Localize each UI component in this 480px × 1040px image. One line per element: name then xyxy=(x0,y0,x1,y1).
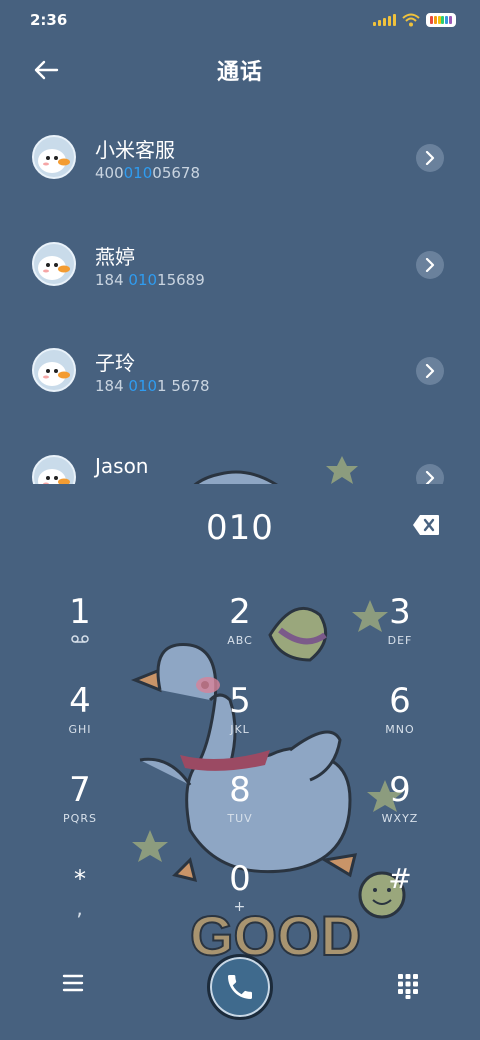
key-digit: 2 xyxy=(229,592,251,632)
key-digit: 5 xyxy=(229,681,251,721)
contact-row[interactable]: 燕婷 184 01015689 xyxy=(0,211,480,318)
avatar xyxy=(32,455,76,484)
status-icons xyxy=(373,13,456,27)
key-7[interactable]: 7 PQRS xyxy=(20,768,140,854)
key-letters: ABC xyxy=(227,634,253,647)
contact-name: 燕婷 xyxy=(95,245,135,269)
contact-name: 子玲 xyxy=(95,351,135,375)
key-4[interactable]: 4 GHI xyxy=(20,679,140,765)
back-arrow-icon xyxy=(34,60,59,80)
contact-name: 小米客服 xyxy=(95,138,175,162)
key-digit: 4 xyxy=(69,681,91,721)
voicemail-icon xyxy=(71,635,89,643)
chevron-right-icon xyxy=(425,364,435,378)
key-hash[interactable]: # xyxy=(340,857,460,943)
menu-button[interactable] xyxy=(60,972,88,996)
avatar xyxy=(32,242,76,286)
chevron-right-icon xyxy=(425,471,435,484)
key-star[interactable]: * , xyxy=(20,857,140,943)
contact-detail-button[interactable] xyxy=(416,144,444,172)
key-digit: * xyxy=(74,865,86,893)
key-0[interactable]: 0 + xyxy=(180,857,300,943)
key-9[interactable]: 9 WXYZ xyxy=(340,768,460,854)
key-letters: + xyxy=(233,899,247,915)
key-digit: # xyxy=(388,862,412,895)
contact-detail-button[interactable] xyxy=(416,357,444,385)
key-digit: 0 xyxy=(229,859,251,899)
menu-icon xyxy=(62,974,84,992)
key-8[interactable]: 8 TUV xyxy=(180,768,300,854)
bottom-bar xyxy=(0,950,480,1030)
avatar xyxy=(32,135,76,179)
contact-detail-button[interactable] xyxy=(416,251,444,279)
dialpad-toggle-button[interactable] xyxy=(396,972,420,1000)
key-letters: TUV xyxy=(227,812,253,825)
key-digit: 3 xyxy=(389,592,411,632)
key-letters: JKL xyxy=(230,723,250,736)
status-bar: 2:36 xyxy=(0,0,480,40)
avatar xyxy=(32,348,76,392)
key-letters: GHI xyxy=(68,723,92,736)
key-6[interactable]: 6 MNO xyxy=(340,679,460,765)
back-button[interactable] xyxy=(28,52,64,88)
key-digit: 8 xyxy=(229,770,251,810)
backspace-icon xyxy=(413,515,439,535)
chevron-right-icon xyxy=(425,258,435,272)
key-3[interactable]: 3 DEF xyxy=(340,590,460,676)
chevron-right-icon xyxy=(425,151,435,165)
contact-detail-button[interactable] xyxy=(416,464,444,484)
key-5[interactable]: 5 JKL xyxy=(180,679,300,765)
page-title: 通话 xyxy=(216,60,263,85)
key-letters: PQRS xyxy=(63,812,97,825)
contact-number: 40001005678 xyxy=(95,164,200,182)
contact-row[interactable]: 子玲 184 0101 5678 xyxy=(0,317,480,424)
dialpad-icon xyxy=(398,974,418,999)
key-digit: 6 xyxy=(389,681,411,721)
key-letters: , xyxy=(76,896,84,920)
wifi-icon xyxy=(402,13,420,27)
key-letters: DEF xyxy=(387,634,413,647)
contact-row[interactable]: 小米客服 40001005678 xyxy=(0,104,480,211)
contact-row[interactable]: Jason xyxy=(0,424,480,484)
contact-number: 184 01015689 xyxy=(95,271,205,289)
key-digit: 1 xyxy=(69,592,91,632)
signal-icon xyxy=(373,14,396,26)
contact-list: 小米客服 40001005678 燕婷 184 01015689 子玲 184 … xyxy=(0,104,480,484)
key-letters: WXYZ xyxy=(381,812,419,825)
contact-name: Jason xyxy=(95,454,149,478)
key-letters: MNO xyxy=(385,723,415,736)
keypad: 1 2 ABC 3 DEF 4 GHI 5 JKL 6 MNO 7 PQRS 8… xyxy=(0,590,480,950)
status-time: 2:36 xyxy=(30,11,68,29)
contact-number: 184 0101 5678 xyxy=(95,377,210,395)
battery-icon xyxy=(426,13,456,27)
phone-icon xyxy=(228,975,252,999)
backspace-button[interactable] xyxy=(412,514,440,536)
call-button[interactable] xyxy=(207,954,273,1020)
key-digit: 7 xyxy=(69,770,91,810)
dialed-number: 010 xyxy=(206,508,274,548)
key-digit: 9 xyxy=(389,770,411,810)
key-2[interactable]: 2 ABC xyxy=(180,590,300,676)
top-bar: 通话 xyxy=(0,40,480,100)
key-1[interactable]: 1 xyxy=(20,590,140,676)
